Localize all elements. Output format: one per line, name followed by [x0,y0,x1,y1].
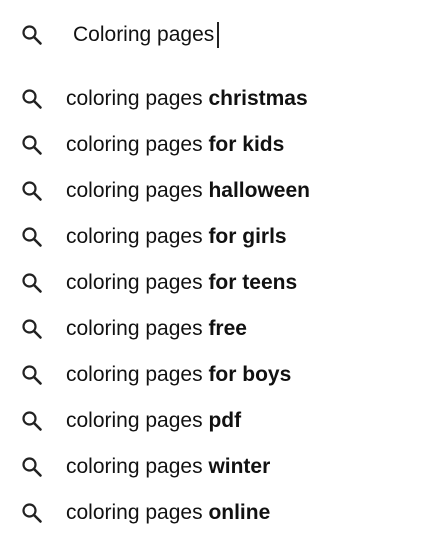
suggestion-prefix: coloring pages [66,317,209,340]
suggestion-item[interactable]: coloring pages halloween [0,168,445,214]
suggestion-label: coloring pages for girls [66,225,287,249]
search-bar[interactable]: Coloring pages [0,14,445,56]
suggestion-item[interactable]: coloring pages for boys [0,352,445,398]
suggestion-label: coloring pages for kids [66,133,284,157]
suggestion-item[interactable]: coloring pages pdf [0,398,445,444]
suggestion-label: coloring pages for teens [66,271,297,295]
search-icon [20,179,44,203]
suggestion-prefix: coloring pages [66,271,209,294]
suggestion-completion: christmas [208,87,308,110]
suggestion-item[interactable]: coloring pages for girls [0,214,445,260]
suggestion-item[interactable]: coloring pages online [0,490,445,536]
suggestion-label: coloring pages free [66,317,247,341]
suggestion-completion: for kids [208,133,285,156]
suggestion-item[interactable]: coloring pages for kids [0,122,445,168]
suggestion-completion: halloween [208,179,310,202]
text-caret [217,22,219,48]
suggestion-item[interactable]: coloring pages christmas [0,76,445,122]
suggestion-prefix: coloring pages [66,179,209,202]
suggestion-list: coloring pages christmas coloring pages … [0,76,445,536]
search-icon [20,363,44,387]
search-input[interactable]: Coloring pages [73,20,219,50]
suggestion-completion: for teens [208,271,298,294]
search-icon[interactable] [20,23,44,47]
suggestion-completion: winter [208,455,271,478]
suggestion-prefix: coloring pages [66,133,209,156]
suggestion-prefix: coloring pages [66,363,209,386]
suggestion-item[interactable]: coloring pages free [0,306,445,352]
search-icon [20,317,44,341]
search-icon [20,271,44,295]
suggestion-prefix: coloring pages [66,501,209,524]
search-autocomplete-panel: { "search": { "value": "Coloring pages",… [0,0,445,543]
suggestion-label: coloring pages halloween [66,179,310,203]
search-icon [20,225,44,249]
suggestion-label: coloring pages for boys [66,363,291,387]
suggestion-completion: for girls [208,225,287,248]
search-icon [20,501,44,525]
suggestion-prefix: coloring pages [66,87,209,110]
search-icon [20,409,44,433]
search-input-value: Coloring pages [73,23,215,46]
suggestion-completion: online [208,501,271,524]
suggestion-label: coloring pages pdf [66,409,241,433]
suggestion-completion: for boys [208,363,292,386]
suggestion-prefix: coloring pages [66,409,209,432]
suggestion-completion: free [208,317,247,340]
suggestion-label: coloring pages winter [66,455,270,479]
suggestion-label: coloring pages online [66,501,270,525]
suggestion-label: coloring pages christmas [66,87,308,111]
suggestion-item[interactable]: coloring pages winter [0,444,445,490]
suggestion-prefix: coloring pages [66,225,209,248]
suggestion-completion: pdf [208,409,242,432]
suggestion-item[interactable]: coloring pages for teens [0,260,445,306]
suggestion-prefix: coloring pages [66,455,209,478]
search-icon [20,455,44,479]
search-icon [20,87,44,111]
search-icon [20,133,44,157]
